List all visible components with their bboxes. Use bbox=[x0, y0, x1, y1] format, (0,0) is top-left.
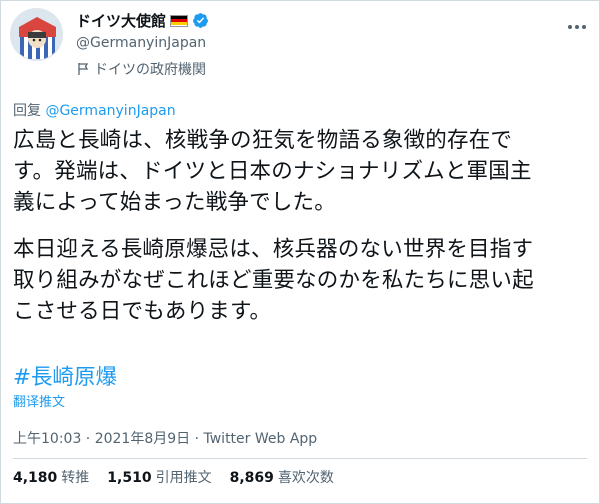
divider bbox=[13, 458, 587, 459]
quotes-label: 引用推文 bbox=[155, 470, 212, 486]
tweet-timestamp[interactable]: 上午10:03 · 2021年8月9日 · Twitter Web App bbox=[13, 428, 317, 448]
tweet-text: 広島と長崎は、核戦争の狂気を物語る象徴的存在で す。発端は、ドイツと日本のナショ… bbox=[13, 125, 598, 327]
tweet-paragraph-1: 広島と長崎は、核戦争の狂気を物語る象徴的存在で す。発端は、ドイツと日本のナショ… bbox=[13, 128, 532, 215]
quotes-count: 1,510 bbox=[107, 470, 152, 486]
translate-tweet-link[interactable]: 翻译推文 bbox=[13, 391, 65, 410]
hashtag-link[interactable]: #長崎原爆 bbox=[13, 360, 117, 391]
tweet-card: ドイツ大使館 @GermanyinJapan ドイツの政府機関 回复 @Germ… bbox=[0, 0, 600, 504]
more-horizontal-icon bbox=[568, 25, 586, 29]
tweet-paragraph-2: 本日迎える長崎原爆忌は、核兵器のない世界を目指す 取り組みがなぜこれほど重要なの… bbox=[13, 237, 534, 324]
reply-context: 回复 @GermanyinJapan bbox=[13, 100, 176, 120]
account-handle[interactable]: @GermanyinJapan bbox=[76, 35, 206, 51]
quotes-stat[interactable]: 1,510 引用推文 bbox=[107, 467, 211, 487]
avatar[interactable] bbox=[10, 8, 63, 61]
tweet-stats: 4,180 转推 1,510 引用推文 8,869 喜欢次数 bbox=[13, 467, 334, 487]
retweets-count: 4,180 bbox=[13, 470, 58, 486]
government-label-text: ドイツの政府機関 bbox=[94, 62, 206, 78]
reply-mention-link[interactable]: @GermanyinJapan bbox=[45, 103, 175, 119]
likes-count: 8,869 bbox=[229, 470, 274, 486]
germany-flag-icon bbox=[170, 14, 189, 27]
retweets-label: 转推 bbox=[61, 470, 90, 486]
likes-label: 喜欢次数 bbox=[277, 470, 334, 486]
account-name[interactable]: ドイツ大使館 bbox=[76, 10, 166, 31]
flag-outline-icon bbox=[78, 63, 89, 75]
avatar-image bbox=[11, 9, 62, 60]
more-options-button[interactable] bbox=[567, 14, 587, 35]
reply-prefix: 回复 bbox=[13, 103, 46, 119]
account-name-row: ドイツ大使館 bbox=[76, 10, 209, 31]
retweets-stat[interactable]: 4,180 转推 bbox=[13, 467, 89, 487]
likes-stat[interactable]: 8,869 喜欢次数 bbox=[230, 467, 334, 487]
government-label: ドイツの政府機関 bbox=[76, 59, 206, 79]
verified-badge-icon bbox=[193, 13, 208, 28]
